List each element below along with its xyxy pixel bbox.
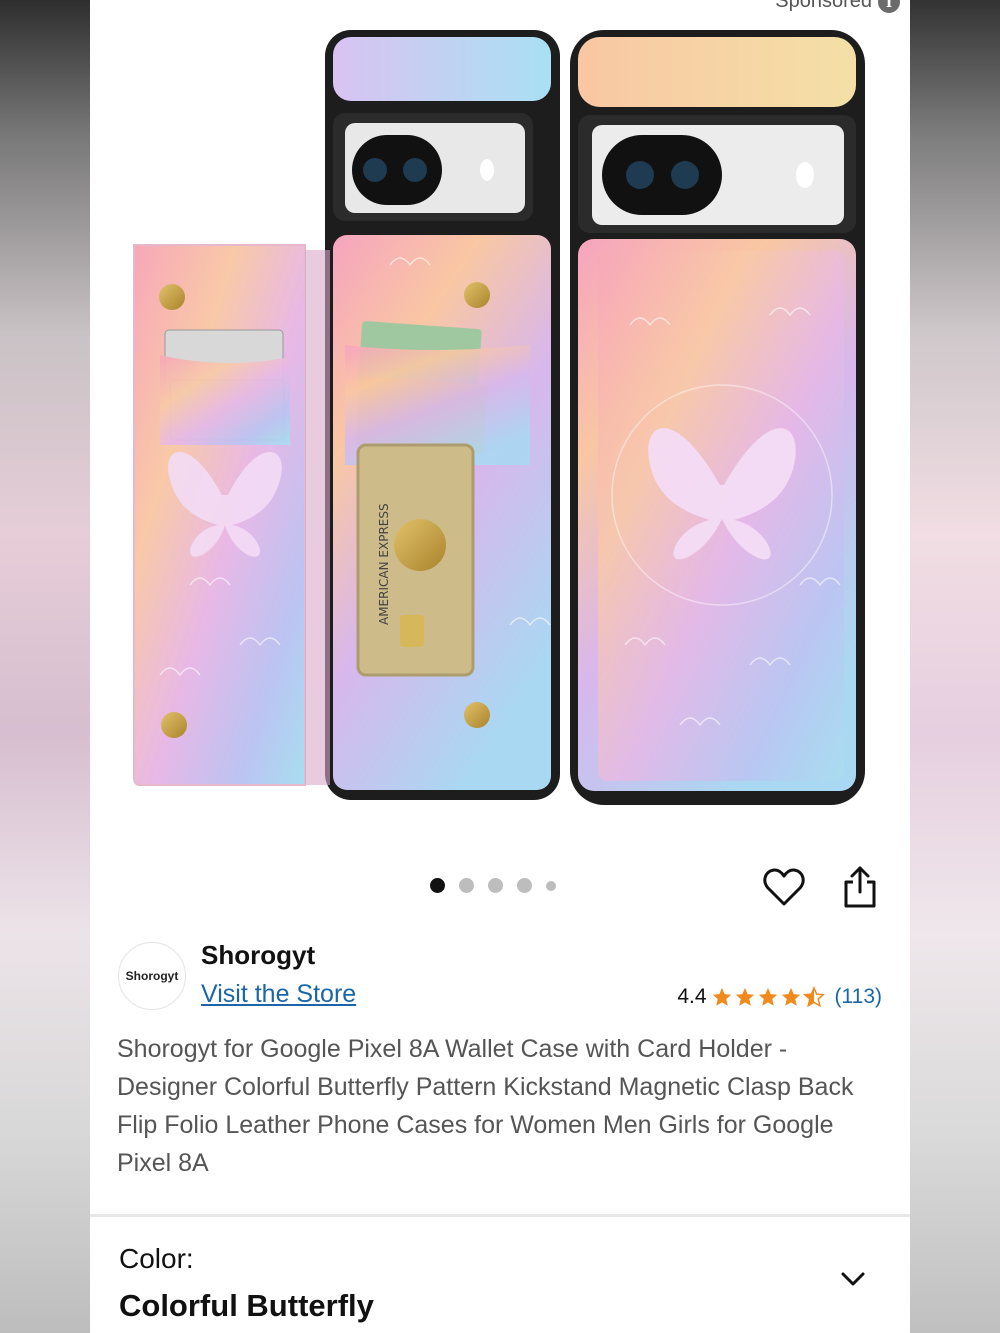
star-icon xyxy=(781,987,800,1006)
brand-logo-text: Shorogyt xyxy=(125,969,179,983)
rating-summary[interactable]: 4.4 (113) xyxy=(677,985,882,1009)
product-title: Shorogyt for Google Pixel 8A Wallet Case… xyxy=(117,1035,854,1177)
star-icon xyxy=(712,987,731,1006)
info-icon[interactable]: i xyxy=(878,0,900,13)
product-image[interactable]: AMERICAN EXPRESS xyxy=(130,25,870,805)
rating-count[interactable]: (113) xyxy=(835,985,882,1009)
brand-logo[interactable]: Shorogyt xyxy=(118,942,186,1010)
star-icon xyxy=(735,987,754,1006)
carousel-dot[interactable] xyxy=(517,878,532,893)
carousel-dot[interactable] xyxy=(430,878,445,893)
share-icon[interactable] xyxy=(840,864,880,910)
section-divider xyxy=(90,1214,910,1217)
background-blur-right xyxy=(910,0,1000,1333)
brand-name: Shorogyt xyxy=(201,940,316,970)
chevron-down-icon[interactable] xyxy=(838,1266,868,1292)
heart-icon[interactable] xyxy=(762,866,806,908)
carousel-dot[interactable] xyxy=(459,878,474,893)
color-label: Color: xyxy=(119,1243,194,1274)
svg-text:AMERICAN EXPRESS: AMERICAN EXPRESS xyxy=(377,503,391,625)
sponsored-text: Sponsored xyxy=(775,0,872,12)
carousel-dot[interactable] xyxy=(546,880,556,891)
color-value: Colorful Butterfly xyxy=(119,1288,374,1323)
visit-store-link[interactable]: Visit the Store xyxy=(201,980,356,1009)
sponsored-label[interactable]: Sponsored i xyxy=(775,0,900,13)
star-rating xyxy=(711,986,825,1008)
carousel-dot[interactable] xyxy=(488,878,503,893)
star-icon xyxy=(758,987,777,1006)
half-star-icon xyxy=(802,986,825,1008)
background-blur-left xyxy=(0,0,90,1333)
rating-score: 4.4 xyxy=(677,985,707,1008)
product-panel: Sponsored i AMERICAN EXPRESS Shorogyt Sh… xyxy=(90,0,910,1333)
image-carousel-dots[interactable] xyxy=(430,878,556,893)
